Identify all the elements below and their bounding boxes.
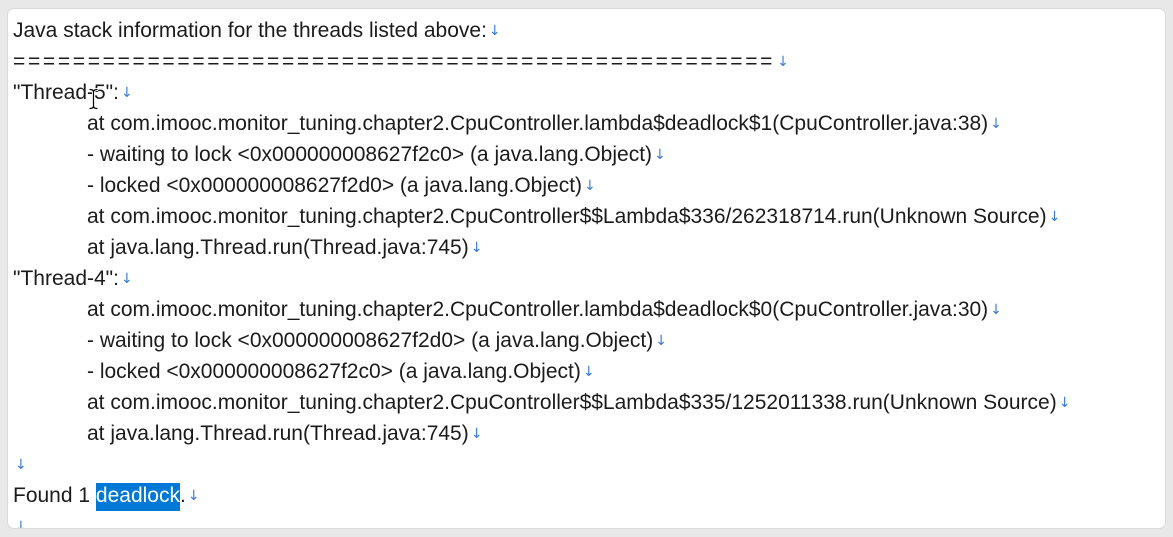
selected-text[interactable]: deadlock [95,483,180,511]
stack-frame-text[interactable]: - locked <0x000000008627f2c0> (a java.la… [87,360,581,383]
ibeam-cursor-glyph [88,88,99,110]
thread-name-line[interactable]: "Thread-5": ↓ [13,77,1163,108]
summary-line[interactable]: Found 1 deadlock. ↓ [13,480,1163,511]
line-break-mark: ↓ [582,364,595,380]
summary-prefix[interactable]: Found 1 [13,484,96,507]
stack-frame-text[interactable]: - waiting to lock <0x000000008627f2c0> (… [87,143,652,166]
stack-frame-line[interactable]: - locked <0x000000008627f2d0> (a java.la… [13,170,1163,201]
thread-name-line[interactable]: "Thread-4": ↓ [13,263,1163,294]
stack-frame-text[interactable]: at java.lang.Thread.run(Thread.java:745) [87,422,469,445]
line-break-mark: ↓ [1058,395,1071,411]
stack-frame-text[interactable]: at com.imooc.monitor_tuning.chapter2.Cpu… [87,112,988,135]
stack-frame-line[interactable]: - waiting to lock <0x000000008627f2c0> (… [13,139,1163,170]
line-break-mark: ↓ [777,54,789,70]
stack-frame-line[interactable]: at java.lang.Thread.run(Thread.java:745)… [13,232,1163,263]
blank-line[interactable]: ↓ [13,449,1163,480]
line-break-mark: ↓ [470,426,483,442]
line-break-mark: ↓ [15,519,27,528]
stack-frame-line[interactable]: at java.lang.Thread.run(Thread.java:745)… [13,418,1163,449]
separator-rule[interactable]: ========================================… [13,50,775,73]
stack-info-heading[interactable]: Java stack information for the threads l… [13,19,487,42]
stack-frame-text[interactable]: - locked <0x000000008627f2d0> (a java.la… [87,174,582,197]
heading-line[interactable]: Java stack information for the threads l… [13,15,1163,46]
thread-name[interactable]: "Thread-4": [13,267,119,290]
stack-frame-text[interactable]: at com.imooc.monitor_tuning.chapter2.Cpu… [87,298,988,321]
line-break-mark: ↓ [120,85,133,101]
stack-frame-text[interactable]: at com.imooc.monitor_tuning.chapter2.Cpu… [87,391,1057,414]
line-break-mark: ↓ [488,23,501,39]
line-break-mark: ↓ [187,488,200,504]
stack-frame-line[interactable]: at com.imooc.monitor_tuning.chapter2.Cpu… [13,294,1163,325]
line-break-mark: ↓ [584,178,596,194]
summary-suffix[interactable]: . [180,484,186,507]
blank-line[interactable]: ↓ [13,511,1163,528]
stack-frame-text[interactable]: - waiting to lock <0x000000008627f2d0> (… [87,329,653,352]
stack-frame-line[interactable]: - locked <0x000000008627f2c0> (a java.la… [13,356,1163,387]
line-break-mark: ↓ [15,457,27,473]
stack-frame-line[interactable]: at com.imooc.monitor_tuning.chapter2.Cpu… [13,201,1163,232]
line-break-mark: ↓ [654,147,666,163]
stack-frame-line[interactable]: at com.imooc.monitor_tuning.chapter2.Cpu… [13,108,1163,139]
app-frame: Java stack information for the threads l… [0,0,1173,537]
stack-frame-line[interactable]: - waiting to lock <0x000000008627f2d0> (… [13,325,1163,356]
separator-line[interactable]: ========================================… [13,46,1163,77]
stack-frame-line[interactable]: at com.imooc.monitor_tuning.chapter2.Cpu… [13,387,1163,418]
line-break-mark: ↓ [1048,209,1061,225]
stack-frame-text[interactable]: at java.lang.Thread.run(Thread.java:745) [87,236,469,259]
line-break-mark: ↓ [120,271,133,287]
line-break-mark: ↓ [655,333,667,349]
thread-name[interactable]: "Thread-5": [13,81,119,104]
document-page[interactable]: Java stack information for the threads l… [8,9,1165,528]
ibeam-cursor-stroke [89,88,98,110]
document-body[interactable]: Java stack information for the threads l… [13,15,1163,528]
stack-frame-text[interactable]: at com.imooc.monitor_tuning.chapter2.Cpu… [87,205,1047,228]
line-break-mark: ↓ [470,240,483,256]
ibeam-cursor-icon [88,87,99,111]
line-break-mark: ↓ [990,302,1002,318]
line-break-mark: ↓ [990,116,1002,132]
